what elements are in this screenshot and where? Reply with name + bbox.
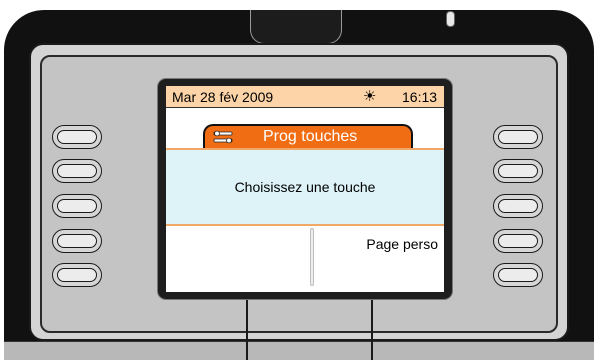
leader-line-left xyxy=(246,298,248,360)
lcd-screen: Mar 28 fév 2009 ☀ 16:13 Prog touches Cho… xyxy=(166,86,444,292)
keypad-edge xyxy=(4,341,594,360)
status-date: Mar 28 fév 2009 xyxy=(172,89,274,105)
leader-line-right xyxy=(371,298,373,360)
softkey-label-page-perso[interactable]: Page perso xyxy=(316,236,438,252)
right-softkey-3[interactable] xyxy=(493,194,543,218)
handset-notch xyxy=(250,10,342,44)
wrench-keys-icon xyxy=(213,130,233,144)
ip-phone-device: Mar 28 fév 2009 ☀ 16:13 Prog touches Cho… xyxy=(0,0,598,360)
message-led-icon xyxy=(446,11,455,27)
right-softkey-4[interactable] xyxy=(493,229,543,253)
prompt-message: Choisissez une touche xyxy=(234,179,376,195)
left-softkey-3[interactable] xyxy=(52,194,102,218)
status-time: 16:13 xyxy=(402,89,438,105)
right-softkey-5[interactable] xyxy=(493,263,543,287)
right-softkey-1[interactable] xyxy=(493,125,543,149)
left-softkey-4[interactable] xyxy=(52,229,102,253)
left-softkey-2[interactable] xyxy=(52,159,102,183)
left-softkey-1[interactable] xyxy=(52,125,102,149)
left-softkey-5[interactable] xyxy=(52,263,102,287)
page-title-tab: Prog touches xyxy=(203,124,413,150)
right-softkey-2[interactable] xyxy=(493,159,543,183)
page-title: Prog touches xyxy=(263,128,358,145)
prompt-dialog: Choisissez une touche xyxy=(166,148,444,226)
status-bar: Mar 28 fév 2009 ☀ 16:13 xyxy=(166,86,444,108)
sun-icon: ☀ xyxy=(363,88,377,105)
softkey-divider xyxy=(310,228,314,286)
